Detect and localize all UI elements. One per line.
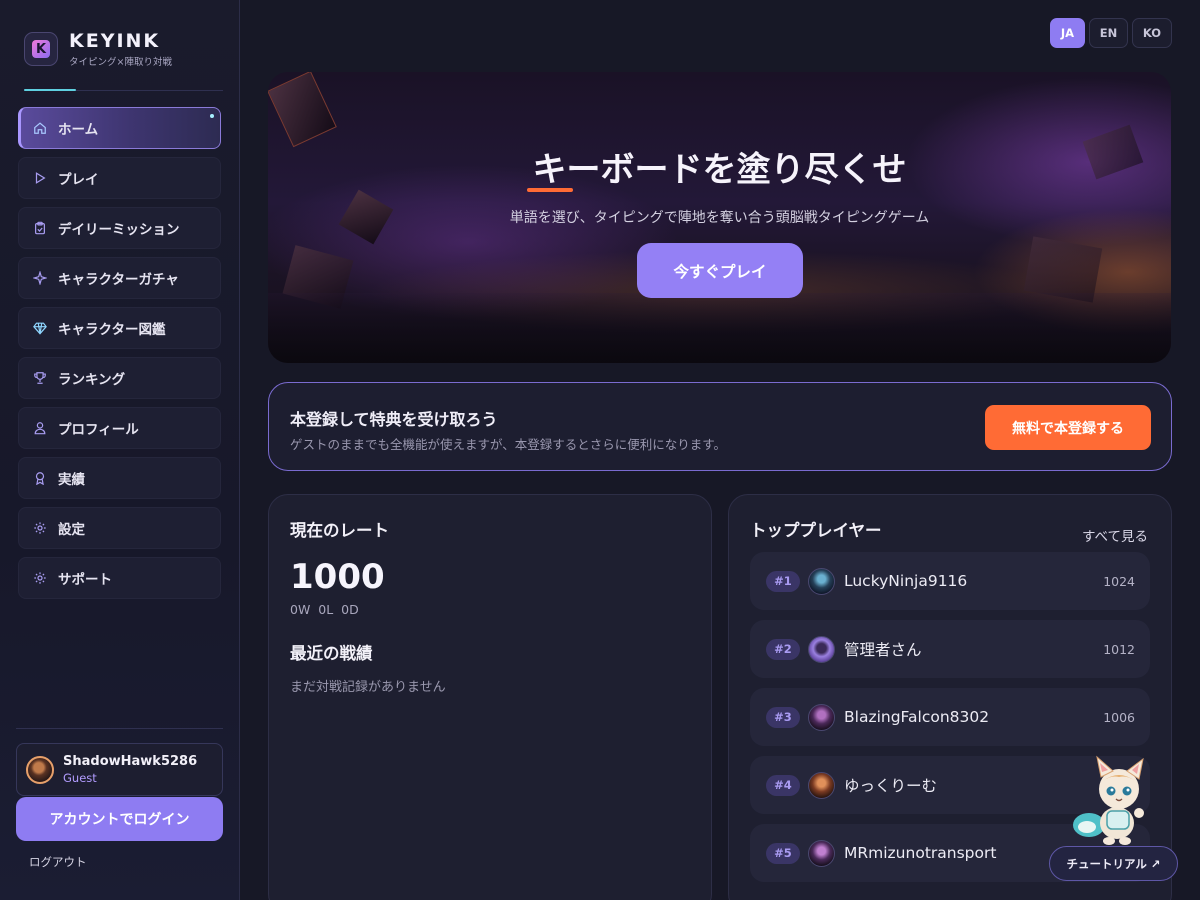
user-role: Guest [63, 771, 97, 785]
rank-badge: #3 [766, 706, 800, 728]
top-players-heading: トッププレイヤー [750, 521, 882, 540]
sidebar-item-home[interactable]: ホーム [18, 107, 221, 149]
award-icon [32, 471, 47, 486]
divider [16, 728, 223, 729]
user-card[interactable]: ShadowHawk5286 Guest [16, 743, 223, 796]
sidebar-item-label: プロフィール [58, 422, 139, 438]
recent-heading: 最近の戦績 [290, 644, 373, 663]
player-row[interactable]: #3 BlazingFalcon8302 1006 [750, 688, 1150, 746]
rank-badge: #1 [766, 570, 800, 592]
sidebar-item-label: キャラクターガチャ [58, 272, 179, 288]
user-icon [32, 421, 47, 436]
sidebar-item-label: 設定 [58, 522, 85, 538]
sidebar-item-label: キャラクター図鑑 [58, 322, 166, 338]
avatar [808, 839, 835, 867]
win-loss-draw: 0W 0L 0D [290, 602, 359, 617]
brand-name: KEYINK [69, 30, 161, 52]
avatar [808, 703, 835, 731]
sidebar-item-label: ランキング [58, 372, 126, 388]
hero-banner: キーボードを塗り尽くせ 単語を選び、タイピングで陣地を奪い合う頭脳戦タイピングゲ… [268, 72, 1171, 363]
rate-heading: 現在のレート [290, 521, 389, 540]
player-name: BlazingFalcon8302 [844, 708, 990, 726]
fox-mascot-icon[interactable] [1069, 755, 1153, 847]
avatar [808, 567, 835, 595]
brand-tagline: タイピング×陣取り対戦 [69, 57, 172, 68]
player-row[interactable]: #2 管理者さん 1012 [750, 620, 1150, 678]
sidebar-item-collection[interactable]: キャラクター図鑑 [18, 307, 221, 349]
sidebar-item-label: ホーム [58, 122, 99, 138]
hero-subtitle: 単語を選び、タイピングで陣地を奪い合う頭脳戦タイピングゲーム [509, 210, 930, 226]
see-all-link[interactable]: すべて見る [1082, 525, 1148, 545]
trophy-icon [32, 371, 47, 386]
sidebar-item-support[interactable]: サポート [18, 557, 221, 599]
sidebar-item-settings[interactable]: 設定 [18, 507, 221, 549]
title-underline [527, 188, 573, 192]
sidebar-item-label: プレイ [58, 172, 99, 188]
sidebar-item-daily-mission[interactable]: デイリーミッション [18, 207, 221, 249]
logout-link[interactable]: ログアウト [29, 854, 87, 870]
home-icon [32, 121, 47, 136]
player-name: 管理者さん [844, 641, 922, 659]
rank-badge: #4 [766, 774, 800, 796]
hero-floor [268, 293, 1171, 363]
avatar [808, 771, 835, 799]
lang-en-button[interactable]: EN [1089, 18, 1128, 48]
gear-icon [32, 521, 47, 536]
rank-badge: #2 [766, 638, 800, 660]
register-title: 本登録して特典を受け取ろう [290, 410, 498, 429]
rate-card: 現在のレート 1000 0W 0L 0D 最近の戦績 まだ対戦記録がありません [268, 494, 712, 900]
lang-ja-button[interactable]: JA [1050, 18, 1085, 48]
sidebar-nav: ホーム プレイ デイリーミッション キャラクターガチャ キャラクター図鑑 ランキ… [18, 107, 221, 607]
sparkle-icon [32, 271, 47, 286]
divider-accent [24, 89, 76, 91]
recent-empty-text: まだ対戦記録がありません [290, 680, 446, 695]
active-indicator [210, 114, 214, 118]
player-score: 1006 [1103, 709, 1135, 725]
lang-ko-button[interactable]: KO [1132, 18, 1172, 48]
sidebar-item-ranking[interactable]: ランキング [18, 357, 221, 399]
register-button[interactable]: 無料で本登録する [985, 405, 1151, 450]
sidebar-item-profile[interactable]: プロフィール [18, 407, 221, 449]
sidebar-item-label: 実績 [58, 472, 85, 488]
avatar [26, 755, 54, 784]
sidebar: K KEYINK タイピング×陣取り対戦 ホーム プレイ デイリーミッション キ… [0, 0, 240, 900]
gear-icon [32, 571, 47, 586]
brand-logo: K [24, 32, 58, 66]
gem-icon [32, 321, 47, 336]
rate-value: 1000 [290, 557, 385, 597]
hero-decoration [268, 72, 337, 148]
username: ShadowHawk5286 [63, 754, 198, 769]
avatar [808, 635, 835, 663]
player-score: 1012 [1103, 641, 1135, 657]
player-score: 1024 [1103, 573, 1135, 589]
hero-title: キーボードを塗り尽くせ [532, 150, 907, 190]
sidebar-item-gacha[interactable]: キャラクターガチャ [18, 257, 221, 299]
sidebar-item-label: サポート [58, 572, 112, 588]
brand[interactable]: K KEYINK タイピング×陣取り対戦 [24, 30, 172, 68]
player-row[interactable]: #1 LuckyNinja9116 1024 [750, 552, 1150, 610]
register-subtitle: ゲストのままでも全機能が使えますが、本登録するとさらに便利になります。 [290, 437, 727, 452]
login-button[interactable]: アカウントでログイン [16, 797, 223, 841]
clipboard-icon [32, 221, 47, 236]
sidebar-item-play[interactable]: プレイ [18, 157, 221, 199]
play-icon [32, 171, 47, 186]
sidebar-item-label: デイリーミッション [58, 222, 180, 238]
register-banner: 本登録して特典を受け取ろう ゲストのままでも全機能が使えますが、本登録するとさら… [268, 382, 1172, 471]
tutorial-button[interactable]: チュートリアル ↗ [1049, 846, 1178, 881]
rank-badge: #5 [766, 842, 800, 864]
player-name: LuckyNinja9116 [844, 572, 968, 590]
sidebar-item-achievements[interactable]: 実績 [18, 457, 221, 499]
play-now-button[interactable]: 今すぐプレイ [637, 243, 803, 298]
logo-icon: K [32, 40, 50, 58]
